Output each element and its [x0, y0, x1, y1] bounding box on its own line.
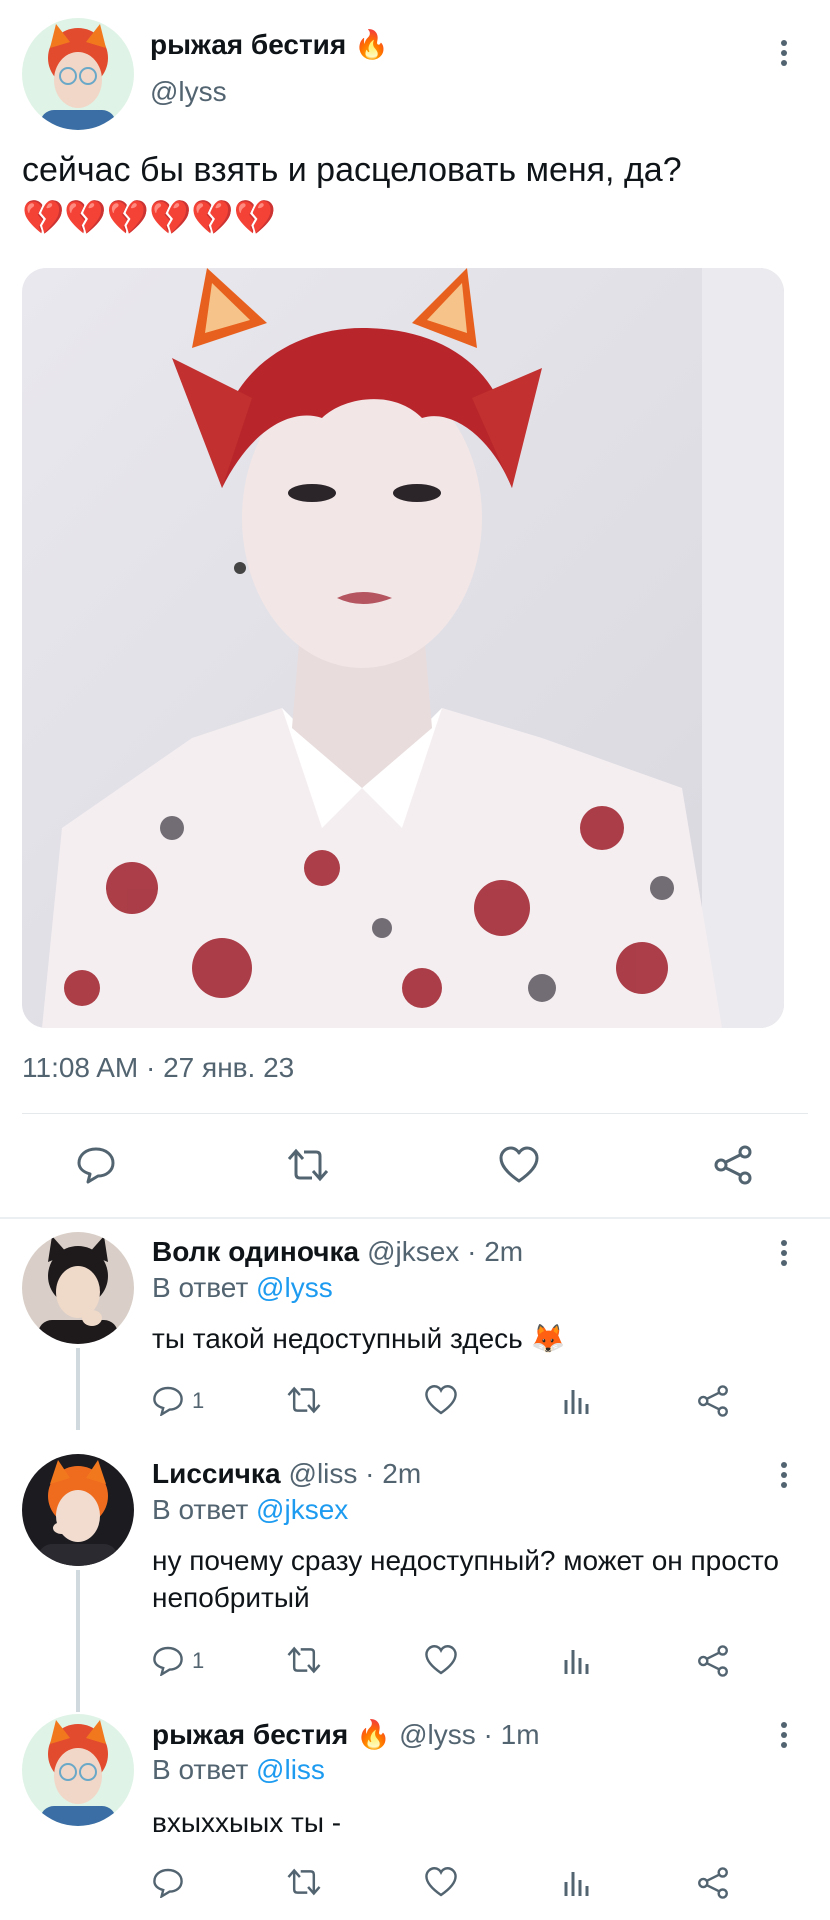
share-icon[interactable]	[696, 1644, 730, 1683]
replying-to-label: В ответ	[152, 1754, 249, 1785]
fire-emoji: 🔥	[356, 1719, 392, 1750]
reply-text: ну почему сразу недоступный? может он пр…	[152, 1545, 779, 1613]
share-icon[interactable]	[712, 1144, 754, 1191]
reply-handle-time[interactable]: @liss · 2m	[289, 1458, 422, 1490]
share-icon[interactable]	[696, 1384, 730, 1423]
reply-header: Lиссичка @liss · 2m	[152, 1458, 421, 1490]
replying-to: В ответ @liss	[152, 1754, 325, 1786]
more-options-icon[interactable]	[772, 1718, 796, 1752]
thread-line	[76, 1348, 80, 1430]
fire-emoji: 🔥	[354, 29, 390, 60]
retweet-icon[interactable]	[286, 1384, 322, 1421]
more-options-icon[interactable]	[772, 1458, 796, 1492]
reply-text: ты такой недоступный здесь 🦊	[152, 1320, 792, 1357]
reply-icon[interactable]	[152, 1866, 184, 1903]
like-icon[interactable]	[424, 1644, 458, 1681]
like-icon[interactable]	[424, 1384, 458, 1421]
reply-icon[interactable]	[76, 1144, 116, 1189]
thread-line	[76, 1570, 80, 1712]
reply-icon[interactable]	[152, 1644, 184, 1681]
reply-header: Волк одиночка @jksex · 2m	[152, 1236, 523, 1268]
timestamp-divider	[22, 1113, 808, 1114]
replying-to-mention[interactable]: @liss	[256, 1754, 325, 1785]
reply-count: 1	[192, 1388, 205, 1413]
reply-avatar[interactable]	[22, 1232, 134, 1344]
replying-to: В ответ @lyss	[152, 1272, 333, 1304]
author-handle[interactable]: @lyss	[150, 76, 227, 108]
hearts-text: 💔💔💔💔💔💔	[22, 199, 277, 237]
tweet-divider	[0, 1217, 830, 1219]
like-icon[interactable]	[498, 1146, 540, 1189]
reply-handle-time[interactable]: @jksex · 2m	[367, 1236, 523, 1268]
broken-hearts-emoji: 💔💔💔💔💔💔	[22, 196, 276, 240]
replying-to-mention[interactable]: @lyss	[256, 1272, 333, 1303]
author-avatar[interactable]	[22, 18, 134, 130]
reply-author-name[interactable]: рыжая бестия	[152, 1719, 348, 1751]
analytics-icon[interactable]	[562, 1386, 592, 1421]
retweet-icon[interactable]	[286, 1866, 322, 1903]
replying-to-label: В ответ	[152, 1494, 249, 1525]
reply-count: 1	[192, 1648, 205, 1673]
author-display-name: рыжая бестия	[150, 28, 347, 60]
reply-author-name[interactable]: Волк одиночка	[152, 1236, 359, 1268]
more-options-icon[interactable]	[772, 36, 796, 70]
replying-to-mention[interactable]: @jksex	[256, 1494, 348, 1525]
more-options-icon[interactable]	[772, 1236, 796, 1270]
retweet-icon[interactable]	[286, 1644, 322, 1681]
fox-emoji: 🦊	[530, 1323, 566, 1354]
reply-text: вхыххыых ты -	[152, 1807, 342, 1838]
tweet-text: сейчас бы взять и расцеловать меня, да?	[22, 151, 682, 189]
reply-avatar[interactable]	[22, 1714, 134, 1826]
replying-to-label: В ответ	[152, 1272, 249, 1303]
tweet-media-photo[interactable]	[22, 268, 784, 1028]
like-icon[interactable]	[424, 1866, 458, 1903]
reply-text-body: ты такой недоступный здесь	[152, 1323, 523, 1354]
author-name[interactable]: рыжая бестия 🔥	[150, 28, 389, 61]
reply-icon[interactable]	[152, 1384, 184, 1421]
replying-to: В ответ @jksex	[152, 1494, 348, 1526]
analytics-icon[interactable]	[562, 1868, 592, 1903]
tweet-timestamp[interactable]: 11:08 AM · 27 янв. 23	[22, 1052, 294, 1084]
reply-avatar[interactable]	[22, 1454, 134, 1566]
analytics-icon[interactable]	[562, 1646, 592, 1681]
reply-author-name[interactable]: Lиссичка	[152, 1458, 281, 1490]
reply-header: рыжая бестия 🔥 @lyss · 1m	[152, 1718, 540, 1751]
reply-handle-time[interactable]: @lyss · 1m	[399, 1719, 539, 1751]
share-icon[interactable]	[696, 1866, 730, 1905]
retweet-icon[interactable]	[286, 1146, 330, 1189]
